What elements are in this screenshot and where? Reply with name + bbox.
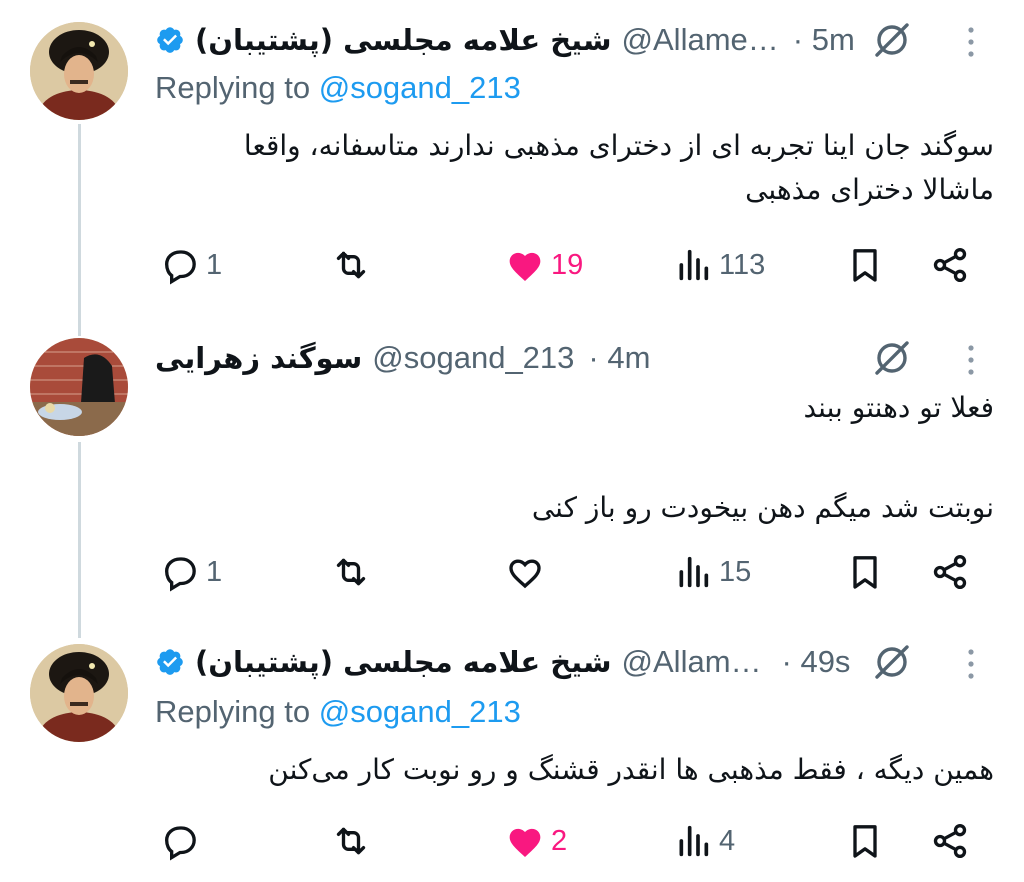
author-handle[interactable]: @Allam… xyxy=(622,644,762,680)
repost-icon xyxy=(336,558,366,586)
bookmark-button[interactable] xyxy=(845,816,885,866)
bookmark-button[interactable] xyxy=(845,547,885,597)
views-icon xyxy=(679,825,709,857)
views-button[interactable]: 15 xyxy=(673,547,751,597)
like-count: 2 xyxy=(551,824,568,857)
more-options-icon[interactable] xyxy=(966,342,976,378)
tweet-text-line: سوگند جان اینا تجربه ای از دخترای مذهبی … xyxy=(243,129,994,162)
like-icon xyxy=(509,252,541,281)
author-handle[interactable]: @sogand_213 xyxy=(372,340,574,376)
share-button[interactable] xyxy=(930,547,970,597)
like-icon xyxy=(509,559,541,589)
bookmark-icon xyxy=(853,825,877,858)
tweet-text-line: نوبتت شد میگم دهن بیخودت رو باز کنی xyxy=(531,491,994,524)
verified-badge-icon xyxy=(157,649,183,675)
tweet-text-line: همین دیگه ، فقط مذهبی ها انقدر قشنگ و رو… xyxy=(268,753,994,786)
tweet-text: فعلا تو دهنتو ببند نوبتت شد میگم دهن بیخ… xyxy=(155,386,994,530)
tweet-header: شیخ علامه مجلسی (پشتیبان) @Allam… · 49s xyxy=(155,638,994,686)
views-button[interactable]: 4 xyxy=(673,816,735,866)
bookmark-icon xyxy=(853,556,877,589)
author-info[interactable]: شیخ علامه مجلسی (پشتیبان) @Allam… xyxy=(155,644,762,680)
grok-icon[interactable] xyxy=(872,642,912,682)
tweet-header: سوگند زهرایی @sogand_213 · 4m xyxy=(155,334,994,382)
share-icon xyxy=(933,554,967,590)
tweet-1[interactable]: شیخ علامه مجلسی (پشتیبان) @Allame… · 5m … xyxy=(0,0,1024,310)
views-icon xyxy=(679,249,709,281)
action-bar: 2 4 xyxy=(155,816,985,866)
avatar-image xyxy=(30,338,128,436)
verified-badge-icon xyxy=(157,27,183,53)
like-count: 19 xyxy=(551,248,584,281)
tweet-text: همین دیگه ، فقط مذهبی ها انقدر قشنگ و رو… xyxy=(155,748,994,792)
like-button[interactable]: 19 xyxy=(505,240,583,290)
bookmark-button[interactable] xyxy=(845,240,885,290)
replying-to-label: Replying to xyxy=(155,70,311,105)
author-info[interactable]: سوگند زهرایی @sogand_213 xyxy=(155,340,574,376)
replying-to-mention[interactable]: @sogand_213 xyxy=(319,70,521,105)
reply-icon xyxy=(164,250,196,285)
avatar[interactable] xyxy=(30,22,128,120)
author-info[interactable]: شیخ علامه مجلسی (پشتیبان) @Allame… xyxy=(155,22,779,58)
author-name[interactable]: شیخ علامه مجلسی (پشتیبان) xyxy=(195,645,612,679)
replying-to: Replying to @sogand_213 xyxy=(155,70,521,106)
avatar-image xyxy=(30,22,128,120)
tweet-3[interactable]: شیخ علامه مجلسی (پشتیبان) @Allam… · 49s … xyxy=(0,620,1024,882)
author-name[interactable]: شیخ علامه مجلسی (پشتیبان) xyxy=(195,23,612,57)
author-name[interactable]: سوگند زهرایی xyxy=(155,341,362,375)
share-button[interactable] xyxy=(930,240,970,290)
views-count: 4 xyxy=(719,824,736,857)
share-icon xyxy=(933,823,967,859)
timestamp[interactable]: · 4m xyxy=(588,340,650,376)
share-icon xyxy=(933,247,967,283)
views-button[interactable]: 113 xyxy=(673,240,765,290)
tweet-text-line: ماشالا دخترای مذهبی xyxy=(745,173,994,206)
timestamp[interactable]: · 5m xyxy=(793,22,855,58)
repost-button[interactable] xyxy=(331,816,377,866)
reply-button[interactable]: 1 xyxy=(160,547,222,597)
repost-button[interactable] xyxy=(331,547,377,597)
more-options-icon[interactable] xyxy=(966,646,976,682)
grok-icon[interactable] xyxy=(872,338,912,378)
avatar[interactable] xyxy=(30,644,128,742)
reply-count: 1 xyxy=(206,248,223,281)
reply-button[interactable] xyxy=(160,816,206,866)
replying-to-mention[interactable]: @sogand_213 xyxy=(319,694,521,729)
tweet-text: سوگند جان اینا تجربه ای از دخترای مذهبی … xyxy=(155,124,994,212)
reply-icon xyxy=(164,557,196,592)
author-handle[interactable]: @Allame… xyxy=(622,22,779,58)
reply-count: 1 xyxy=(206,555,223,588)
grok-icon[interactable] xyxy=(872,20,912,60)
like-button[interactable] xyxy=(505,547,551,597)
tweet-text-line: فعلا تو دهنتو ببند xyxy=(803,391,994,424)
tweet-2[interactable]: سوگند زهرایی @sogand_213 · 4m فعلا تو ده… xyxy=(0,310,1024,620)
action-bar: 1 15 xyxy=(155,547,985,597)
repost-icon xyxy=(336,827,366,855)
views-count: 113 xyxy=(719,248,766,281)
avatar[interactable] xyxy=(30,338,128,436)
more-options-icon[interactable] xyxy=(966,24,976,60)
share-button[interactable] xyxy=(930,816,970,866)
reply-button[interactable]: 1 xyxy=(160,240,222,290)
reply-icon xyxy=(164,826,196,861)
repost-icon xyxy=(336,251,366,279)
tweet-header: شیخ علامه مجلسی (پشتیبان) @Allame… · 5m xyxy=(155,16,994,64)
bookmark-icon xyxy=(853,249,877,282)
avatar-image xyxy=(30,644,128,742)
views-count: 15 xyxy=(719,555,752,588)
like-button[interactable]: 2 xyxy=(505,816,567,866)
replying-to: Replying to @sogand_213 xyxy=(155,694,521,730)
replying-to-label: Replying to xyxy=(155,694,311,729)
timestamp[interactable]: · 49s xyxy=(782,644,851,680)
repost-button[interactable] xyxy=(331,240,377,290)
views-icon xyxy=(679,556,709,588)
action-bar: 1 19 113 xyxy=(155,240,985,290)
like-icon xyxy=(509,828,541,857)
